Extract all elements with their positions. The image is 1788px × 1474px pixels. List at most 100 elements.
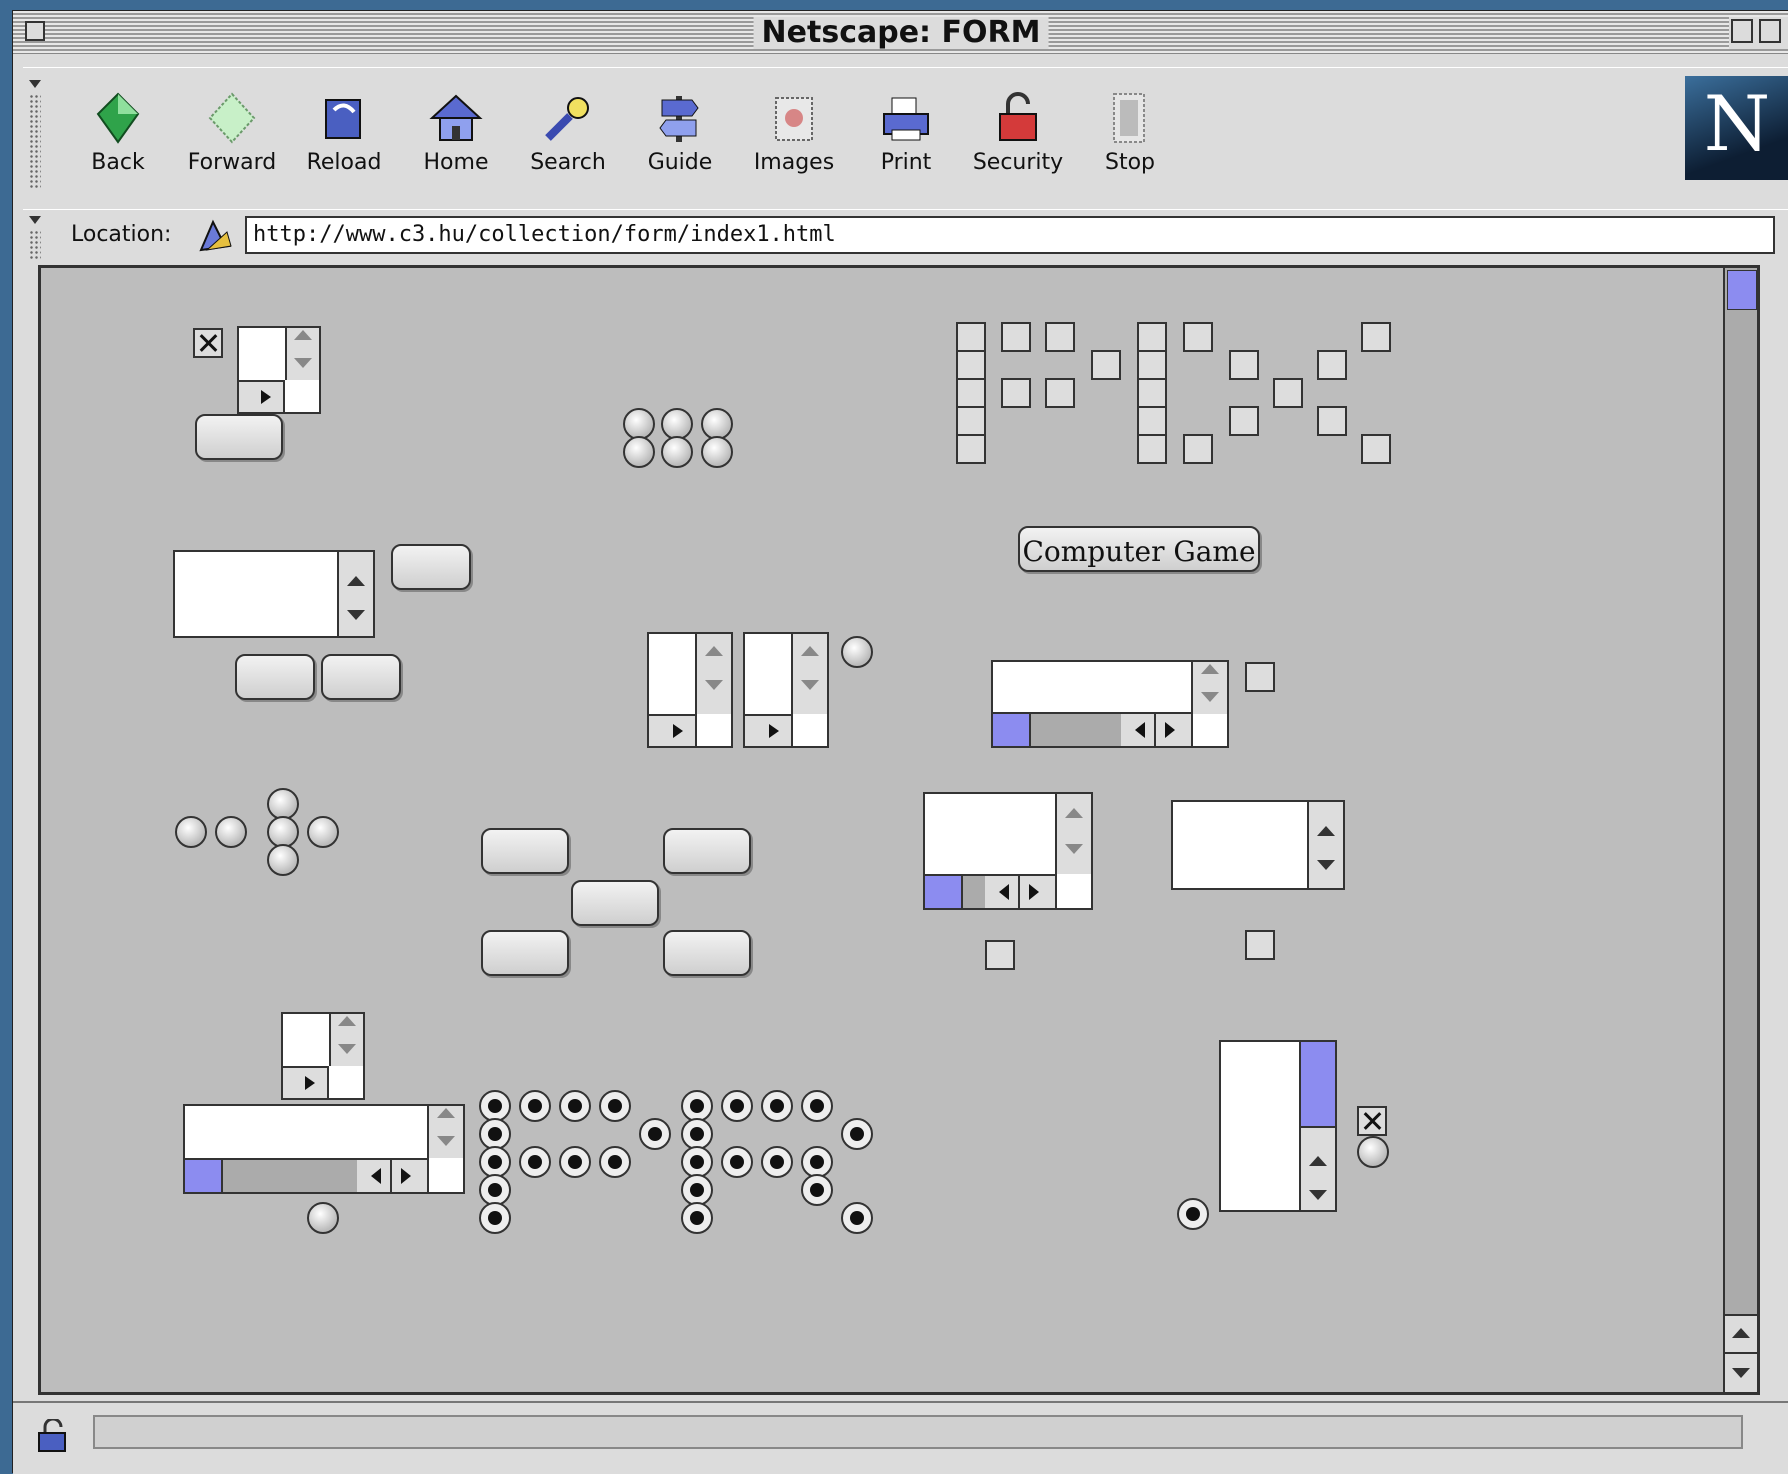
radio-button[interactable] <box>307 1202 339 1234</box>
radio-button[interactable] <box>215 816 247 848</box>
radio-button-selected[interactable] <box>801 1174 833 1206</box>
computer-game-button[interactable]: Computer Game <box>1018 526 1260 572</box>
checkbox[interactable] <box>1137 350 1167 380</box>
security-button[interactable]: Security <box>963 90 1073 175</box>
radio-button-selected[interactable] <box>519 1090 551 1122</box>
zoom-collapse-boxes[interactable] <box>1729 17 1788 49</box>
zoom-box[interactable] <box>1731 19 1753 43</box>
checkbox[interactable] <box>1245 930 1275 960</box>
list-box-tall[interactable] <box>1219 1040 1337 1212</box>
radio-button-selected[interactable] <box>1177 1198 1209 1230</box>
checkbox[interactable] <box>1229 406 1259 436</box>
netscape-logo[interactable]: N <box>1685 76 1788 180</box>
hscroll-thumb[interactable] <box>993 714 1031 746</box>
radio-button[interactable] <box>267 844 299 876</box>
list-box-scrollbar[interactable] <box>1299 1042 1335 1210</box>
stop-button[interactable]: Stop <box>1075 90 1185 175</box>
textarea-medium[interactable] <box>923 792 1093 910</box>
push-button[interactable] <box>391 544 471 590</box>
checkbox[interactable] <box>1045 378 1075 408</box>
vscroll-thumb[interactable] <box>1301 1042 1335 1128</box>
radio-button-selected[interactable] <box>721 1146 753 1178</box>
checkbox[interactable] <box>956 350 986 380</box>
list-box[interactable] <box>173 550 375 638</box>
search-button[interactable]: Search <box>513 90 623 175</box>
checkbox[interactable] <box>1137 322 1167 352</box>
textarea-scrollbar[interactable] <box>695 634 731 714</box>
back-button[interactable]: Back <box>63 90 173 175</box>
checkbox[interactable] <box>1001 378 1031 408</box>
checkbox[interactable] <box>1045 322 1075 352</box>
radio-button-selected[interactable] <box>681 1202 713 1234</box>
checkbox[interactable] <box>1183 434 1213 464</box>
checkbox[interactable] <box>1317 350 1347 380</box>
title-bar[interactable]: Netscape: FORM <box>13 11 1788 54</box>
radio-button[interactable] <box>701 436 733 468</box>
checkbox-checked[interactable] <box>1357 1106 1387 1136</box>
checkbox[interactable] <box>1001 322 1031 352</box>
textarea-scrollbar[interactable] <box>1055 794 1091 874</box>
radio-button-selected[interactable] <box>479 1202 511 1234</box>
list-box-scrollbar[interactable] <box>337 552 373 636</box>
checkbox[interactable] <box>1273 378 1303 408</box>
collapse-box[interactable] <box>1759 19 1781 43</box>
radio-button[interactable] <box>841 636 873 668</box>
images-button[interactable]: Images <box>739 90 849 175</box>
checkbox[interactable] <box>956 434 986 464</box>
radio-button-selected[interactable] <box>841 1118 873 1150</box>
radio-button-selected[interactable] <box>559 1090 591 1122</box>
toolbar-grip[interactable] <box>23 78 47 198</box>
checkbox[interactable] <box>1361 434 1391 464</box>
hscroll-thumb[interactable] <box>185 1160 223 1192</box>
textarea-scrollbar[interactable] <box>1191 662 1227 714</box>
security-lock-icon[interactable] <box>35 1417 71 1453</box>
textarea-wide[interactable] <box>991 660 1229 748</box>
checkbox[interactable] <box>1137 378 1167 408</box>
radio-button-selected[interactable] <box>721 1090 753 1122</box>
page-proxy-icon[interactable] <box>197 216 233 254</box>
page-scroll-thumb[interactable] <box>1727 270 1757 310</box>
checkbox[interactable] <box>1183 322 1213 352</box>
checkbox[interactable] <box>956 378 986 408</box>
textarea-scrollbar[interactable] <box>329 1014 363 1066</box>
textarea-small[interactable] <box>647 632 733 748</box>
textarea-hscrollbar[interactable] <box>283 1066 329 1098</box>
radio-button[interactable] <box>623 436 655 468</box>
push-button[interactable] <box>571 880 659 926</box>
radio-button-selected[interactable] <box>599 1090 631 1122</box>
radio-button[interactable] <box>661 436 693 468</box>
guide-button[interactable]: Guide <box>625 90 735 175</box>
checkbox[interactable] <box>1137 406 1167 436</box>
checkbox[interactable] <box>985 940 1015 970</box>
checkbox[interactable] <box>956 322 986 352</box>
close-box[interactable] <box>25 21 45 41</box>
textarea-hscrollbar[interactable] <box>993 712 1193 746</box>
page-scrollbar[interactable] <box>1723 268 1757 1392</box>
textarea-small[interactable] <box>743 632 829 748</box>
url-field[interactable]: http://www.c3.hu/collection/form/index1.… <box>245 216 1775 254</box>
checkbox[interactable] <box>1245 662 1275 692</box>
checkbox[interactable] <box>1361 322 1391 352</box>
checkbox[interactable] <box>956 406 986 436</box>
textarea-hscrollbar[interactable] <box>745 714 793 746</box>
textarea-scrollbar[interactable] <box>427 1106 463 1158</box>
radio-button[interactable] <box>175 816 207 848</box>
textarea-hscrollbar[interactable] <box>925 874 1057 908</box>
radio-button-selected[interactable] <box>841 1202 873 1234</box>
list-box[interactable] <box>1171 800 1345 890</box>
textarea-hscrollbar[interactable] <box>185 1158 429 1192</box>
textarea-wide[interactable] <box>183 1104 465 1194</box>
home-button[interactable]: Home <box>401 90 511 175</box>
radio-button-selected[interactable] <box>761 1090 793 1122</box>
list-box-scrollbar[interactable] <box>1307 802 1343 888</box>
push-button[interactable] <box>195 414 283 460</box>
checkbox[interactable] <box>1229 350 1259 380</box>
textarea-scrollbar[interactable] <box>791 634 827 714</box>
radio-button-selected[interactable] <box>761 1146 793 1178</box>
radio-button[interactable] <box>307 816 339 848</box>
radio-button[interactable] <box>1357 1136 1389 1168</box>
forward-button[interactable]: Forward <box>177 90 287 175</box>
scroll-up-arrow[interactable] <box>1725 1314 1757 1354</box>
textarea-hscrollbar[interactable] <box>239 380 285 412</box>
radio-button-selected[interactable] <box>599 1146 631 1178</box>
